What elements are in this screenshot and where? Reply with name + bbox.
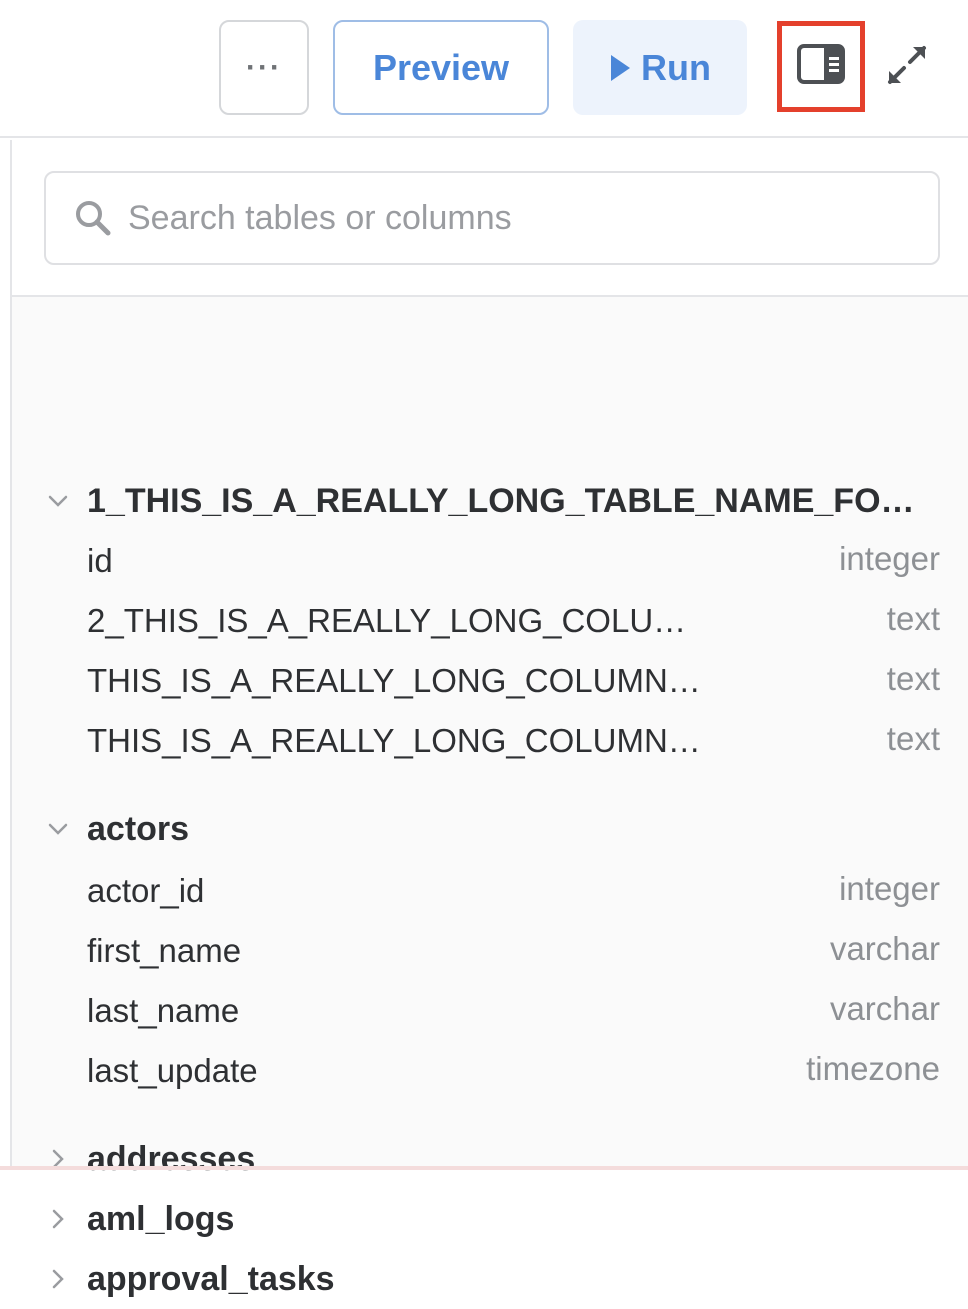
chevron-down-icon bbox=[46, 799, 70, 859]
column-row[interactable]: last_name varchar bbox=[12, 981, 968, 1041]
expand-arrows-icon bbox=[886, 44, 928, 91]
column-row[interactable]: id integer bbox=[12, 531, 968, 591]
column-name: actor_id bbox=[87, 872, 205, 909]
chevron-down-icon bbox=[46, 471, 70, 531]
column-type: text bbox=[886, 720, 940, 757]
table-header-actors[interactable]: actors bbox=[12, 799, 968, 859]
column-name: id bbox=[87, 542, 113, 579]
table-header-addresses[interactable]: addresses bbox=[12, 1129, 968, 1189]
run-button[interactable]: Run bbox=[573, 20, 747, 115]
column-name: 2_THIS_IS_A_REALLY_LONG_COLUMN_NAME bbox=[87, 602, 687, 639]
table-name: actors bbox=[87, 809, 190, 848]
table-header-1-this-is-a-really-long-table-name[interactable]: 1_THIS_IS_A_REALLY_LONG_TABLE_NAME_FOR_T… bbox=[12, 471, 968, 531]
schema-search-area bbox=[12, 140, 968, 297]
table-header-approval-tasks[interactable]: approval_tasks bbox=[12, 1249, 968, 1309]
column-type: text bbox=[886, 660, 940, 697]
column-row[interactable]: THIS_IS_A_REALLY_LONG_COLUMN_NAME_2 text bbox=[12, 711, 968, 771]
chevron-right-icon bbox=[46, 1129, 70, 1189]
column-name: THIS_IS_A_REALLY_LONG_COLUMN_NAME_2 bbox=[87, 722, 707, 759]
search-icon bbox=[74, 199, 112, 237]
table-header-aml-logs[interactable]: aml_logs bbox=[12, 1189, 968, 1249]
column-name: last_update bbox=[87, 1052, 258, 1089]
expand-editor-button[interactable] bbox=[884, 44, 930, 90]
editor-toolbar: ··· Preview Run bbox=[0, 0, 968, 138]
column-row[interactable]: actor_id integer bbox=[12, 861, 968, 921]
schema-search-box[interactable] bbox=[44, 171, 940, 265]
chevron-right-icon bbox=[46, 1249, 70, 1309]
column-row[interactable]: THIS_IS_A_REALLY_LONG_COLUMN_NAME text bbox=[12, 651, 968, 711]
bottom-edge-divider bbox=[0, 1166, 968, 1170]
column-name: THIS_IS_A_REALLY_LONG_COLUMN_NAME bbox=[87, 662, 707, 699]
table-name: aml_logs bbox=[87, 1199, 235, 1238]
column-type: varchar bbox=[829, 930, 940, 967]
chevron-right-icon bbox=[46, 1189, 70, 1249]
table-name: addresses bbox=[87, 1139, 256, 1178]
run-button-label: Run bbox=[641, 46, 711, 88]
more-horizontal-icon: ··· bbox=[246, 50, 282, 84]
sidebar-panel-icon bbox=[797, 44, 845, 89]
table-name: 1_THIS_IS_A_REALLY_LONG_TABLE_NAME_FOR_T… bbox=[87, 481, 932, 520]
search-input[interactable] bbox=[126, 197, 886, 239]
column-row[interactable]: 2_THIS_IS_A_REALLY_LONG_COLUMN_NAME text bbox=[12, 591, 968, 651]
preview-button-label: Preview bbox=[372, 46, 510, 88]
column-type: integer bbox=[839, 540, 940, 577]
preview-button[interactable]: Preview bbox=[333, 20, 549, 115]
column-name: last_name bbox=[87, 992, 240, 1029]
column-name: first_name bbox=[87, 932, 242, 969]
schema-panel: 1_THIS_IS_A_REALLY_LONG_TABLE_NAME_FOR_T… bbox=[10, 140, 968, 1298]
toggle-sidebar-button[interactable] bbox=[777, 21, 865, 112]
column-type: integer bbox=[839, 870, 940, 907]
column-row[interactable]: first_name varchar bbox=[12, 921, 968, 981]
column-row[interactable]: last_update timezone bbox=[12, 1041, 968, 1101]
play-icon bbox=[609, 54, 631, 82]
table-name: approval_tasks bbox=[87, 1259, 335, 1298]
column-type: varchar bbox=[829, 990, 940, 1027]
more-options-button[interactable]: ··· bbox=[219, 20, 309, 115]
column-type: text bbox=[886, 600, 940, 637]
column-type: timezone bbox=[806, 1050, 940, 1087]
